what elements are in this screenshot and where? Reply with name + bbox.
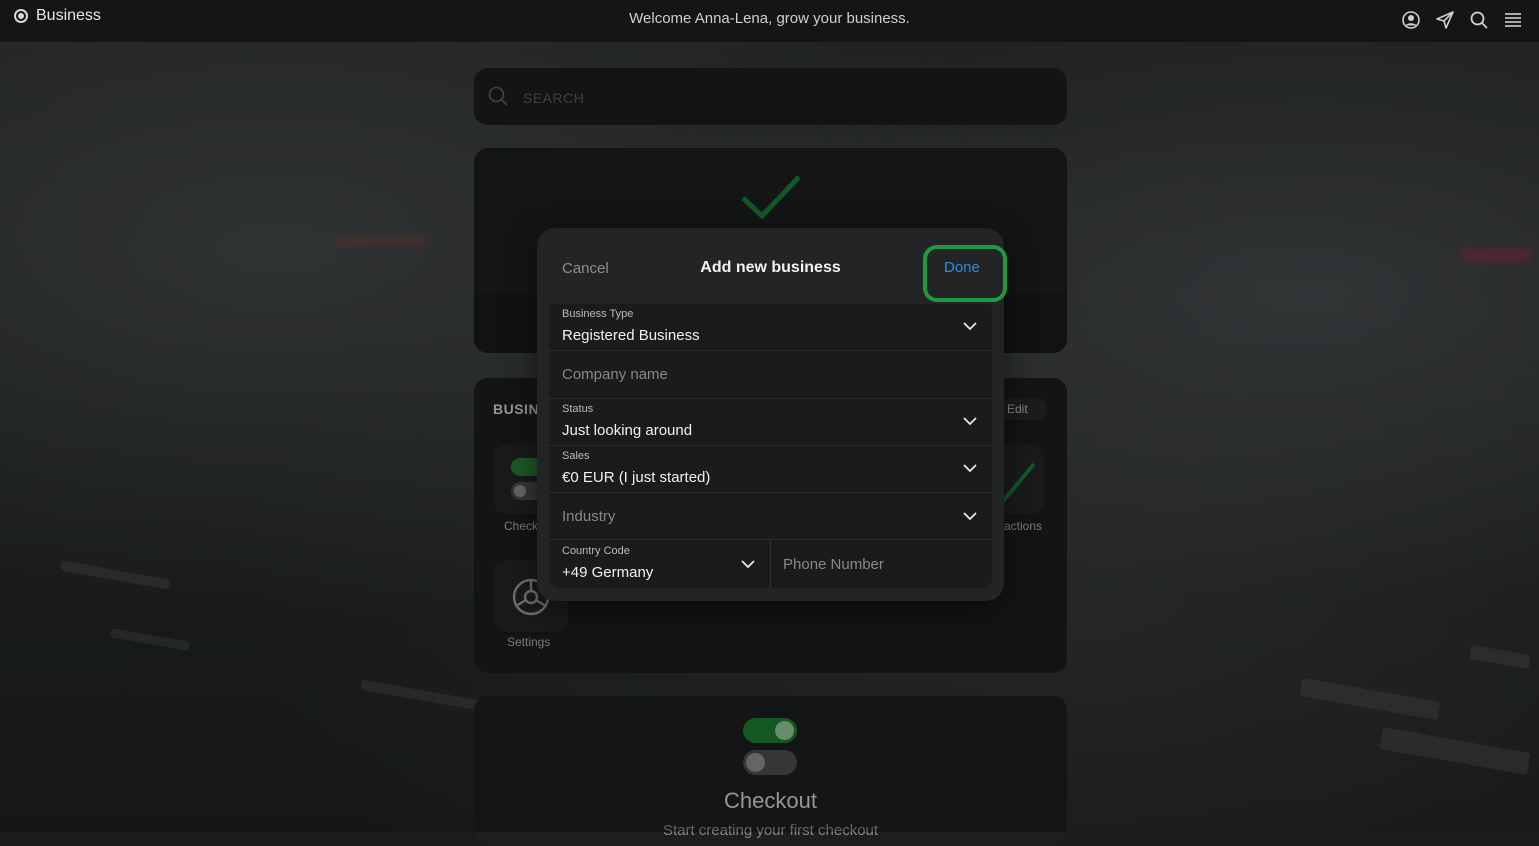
top-bar: Business Welcome Anna-Lena, grow your bu…: [0, 0, 1539, 42]
status-select[interactable]: Status Just looking around: [549, 399, 992, 446]
industry-select[interactable]: Industry: [549, 493, 992, 540]
industry-placeholder: Industry: [562, 508, 616, 525]
country-code-label: Country Code: [562, 545, 630, 557]
business-type-value: Registered Business: [562, 327, 700, 344]
country-code-value: +49 Germany: [562, 564, 654, 581]
chevron-down-icon: [963, 322, 977, 331]
company-name-placeholder: Company name: [562, 366, 668, 383]
account-icon[interactable]: [1401, 10, 1421, 30]
business-type-label: Business Type: [562, 308, 634, 320]
welcome-message: Welcome Anna-Lena, grow your business.: [629, 10, 910, 27]
company-name-input[interactable]: Company name: [549, 351, 992, 399]
chevron-down-icon: [963, 417, 977, 426]
sales-label: Sales: [562, 450, 590, 462]
country-code-select[interactable]: Country Code +49 Germany: [549, 540, 770, 588]
status-value: Just looking around: [562, 422, 693, 439]
phone-number-placeholder: Phone Number: [783, 556, 884, 573]
add-business-modal: Cancel Add new business Done Business Ty…: [537, 228, 1007, 601]
chevron-down-icon: [741, 560, 755, 569]
search-icon[interactable]: [1469, 10, 1489, 30]
menu-icon[interactable]: [1503, 10, 1523, 30]
top-icons: [1401, 10, 1523, 30]
business-form: Business Type Registered Business Compan…: [549, 304, 992, 588]
status-label: Status: [562, 403, 594, 415]
chevron-down-icon: [963, 464, 977, 473]
done-button[interactable]: Done: [944, 259, 980, 276]
sales-value: €0 EUR (I just started): [562, 469, 711, 486]
business-type-select[interactable]: Business Type Registered Business: [549, 304, 992, 351]
sales-select[interactable]: Sales €0 EUR (I just started): [549, 446, 992, 493]
phone-number-input[interactable]: Phone Number: [771, 540, 992, 588]
chevron-down-icon: [963, 512, 977, 521]
phone-row: Country Code +49 Germany Phone Number: [549, 540, 992, 588]
send-icon[interactable]: [1435, 10, 1455, 30]
